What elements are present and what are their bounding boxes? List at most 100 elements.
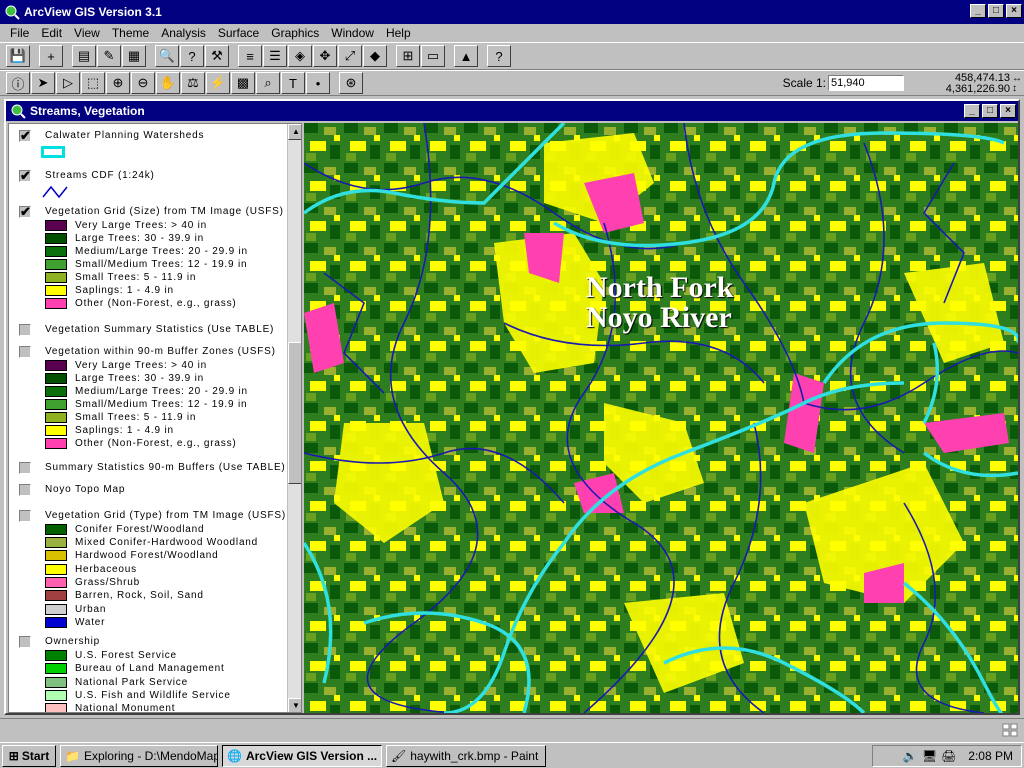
legend-editor-button[interactable]: ✎ — [97, 45, 121, 67]
class-swatch — [45, 663, 67, 674]
theme-name: Vegetation Summary Statistics (Use TABLE… — [45, 324, 275, 335]
class-label: Small Trees: 5 - 11.9 in — [75, 272, 197, 283]
legend-class: Very Large Trees: > 40 in — [45, 360, 207, 371]
close-button[interactable]: × — [1006, 4, 1022, 18]
theme-properties-button[interactable]: ▤ — [72, 45, 96, 67]
text-tool-icon[interactable]: T — [281, 72, 305, 94]
zoom-out-tool-icon[interactable]: ⊖ — [131, 72, 155, 94]
scroll-down-icon[interactable]: ▼ — [288, 698, 301, 712]
menu-edit[interactable]: Edit — [35, 26, 68, 40]
query-builder-button[interactable]: ≡ — [238, 45, 262, 67]
task-paint[interactable]: 🖌 haywith_crk.bmp - Paint — [386, 744, 546, 767]
class-swatch — [45, 604, 67, 615]
theme-name: Summary Statistics 90-m Buffers (Use TAB… — [45, 462, 286, 473]
open-table-button[interactable]: ▦ — [122, 45, 146, 67]
zoom-active-themes-button[interactable]: ⤢ — [338, 45, 362, 67]
hotlink-button[interactable]: ⚒ — [205, 45, 229, 67]
hotlink-tool-icon[interactable]: ⚡ — [206, 72, 230, 94]
class-label: Large Trees: 30 - 39.9 in — [75, 233, 204, 244]
class-label: National Monument — [75, 703, 176, 713]
minimize-button[interactable]: _ — [970, 4, 986, 18]
resize-grip-icon[interactable] — [1002, 723, 1018, 737]
save-project-button[interactable]: 💾 — [6, 45, 30, 67]
view-maximize-button[interactable]: □ — [982, 104, 998, 118]
class-swatch — [45, 590, 67, 601]
zoom-in-tool-icon[interactable]: ⊕ — [106, 72, 130, 94]
class-label: National Park Service — [75, 677, 188, 688]
task-arcview[interactable]: 🌐 ArcView GIS Version ... — [222, 744, 382, 767]
start-button[interactable]: ⊞ Start — [2, 744, 56, 767]
add-theme-button[interactable]: + — [39, 45, 63, 67]
scroll-thumb[interactable] — [288, 342, 301, 484]
measure-tool-icon[interactable]: ⚖ — [181, 72, 205, 94]
zoom-full-extent-button[interactable]: ✥ — [313, 45, 337, 67]
network-icon[interactable]: 🖥 — [922, 749, 937, 763]
menu-graphics[interactable]: Graphics — [265, 26, 325, 40]
class-label: Small Trees: 5 - 11.9 in — [75, 412, 197, 423]
volume-icon[interactable]: 🔊 — [903, 749, 918, 763]
find-button[interactable]: 🔍 — [155, 45, 179, 67]
draw-point-tool-icon[interactable]: • — [306, 72, 330, 94]
scale-input[interactable]: 51,940 — [828, 75, 904, 91]
map-display[interactable]: North Fork Noyo River — [304, 123, 1018, 713]
legend-class: U.S. Forest Service — [45, 650, 177, 661]
theme-visible-checkbox[interactable] — [19, 324, 31, 336]
start-label: Start — [21, 748, 50, 763]
theme-visible-checkbox[interactable]: ✔ — [19, 205, 31, 218]
theme-visible-checkbox[interactable]: ✔ — [19, 129, 31, 142]
identify-tool-icon[interactable]: ⓘ — [6, 72, 30, 94]
pan-tool-icon[interactable]: ✋ — [156, 72, 180, 94]
task-exploring[interactable]: 📁 Exploring - D:\MendoMaps — [60, 744, 218, 767]
legend-class: U.S. Fish and Wildlife Service — [45, 690, 231, 701]
menu-analysis[interactable]: Analysis — [155, 26, 212, 40]
select-by-theme-button[interactable]: ☰ — [263, 45, 287, 67]
class-label: Saplings: 1 - 4.9 in — [75, 425, 174, 436]
select-feature-tool-icon[interactable]: ⬚ — [81, 72, 105, 94]
chart-button[interactable]: ▲ — [454, 45, 478, 67]
menu-file[interactable]: File — [4, 26, 35, 40]
legend-scrollbar[interactable]: ▲ ▼ — [287, 124, 301, 712]
label-tool-icon[interactable]: ⌕ — [256, 72, 280, 94]
locate-button[interactable]: ? — [180, 45, 204, 67]
menu-theme[interactable]: Theme — [106, 26, 155, 40]
menu-window[interactable]: Window — [325, 26, 380, 40]
snap-tool-icon[interactable]: ⊛ — [339, 72, 363, 94]
menu-view[interactable]: View — [68, 26, 106, 40]
zoom-selected-button[interactable]: ◆ — [363, 45, 387, 67]
area-of-interest-tool-icon[interactable]: ▩ — [231, 72, 255, 94]
vertex-edit-tool-icon[interactable]: ▷ — [56, 72, 80, 94]
zoom-out-fixed-button[interactable]: ▭ — [421, 45, 445, 67]
menu-help[interactable]: Help — [380, 26, 417, 40]
zoom-in-fixed-button[interactable]: ⊞ — [396, 45, 420, 67]
maximize-button[interactable]: □ — [988, 4, 1004, 18]
menu-surface[interactable]: Surface — [212, 26, 265, 40]
class-swatch — [45, 537, 67, 548]
class-label: Medium/Large Trees: 20 - 29.9 in — [75, 386, 248, 397]
pointer-tool-icon[interactable]: ➤ — [31, 72, 55, 94]
clock[interactable]: 2:08 PM — [968, 749, 1013, 763]
view-close-button[interactable]: × — [1000, 104, 1016, 118]
class-swatch — [45, 259, 67, 270]
theme-visible-checkbox[interactable]: ✔ — [19, 169, 31, 182]
scroll-up-icon[interactable]: ▲ — [288, 124, 301, 140]
theme-visible-checkbox[interactable] — [19, 510, 31, 522]
clear-selection-button[interactable]: ◈ — [288, 45, 312, 67]
class-label: Urban — [75, 604, 107, 615]
help-button[interactable]: ? — [487, 45, 511, 67]
theme-visible-checkbox[interactable] — [19, 346, 31, 358]
theme-visible-checkbox[interactable] — [19, 484, 31, 496]
view-minimize-button[interactable]: _ — [964, 104, 980, 118]
taskbar: ⊞ Start 📁 Exploring - D:\MendoMaps 🌐 ArcVie… — [0, 742, 1024, 768]
printer-icon[interactable]: 🖨 — [941, 749, 956, 763]
class-label: Conifer Forest/Woodland — [75, 524, 205, 535]
theme-visible-checkbox[interactable] — [19, 636, 31, 648]
legend-class: Urban — [45, 604, 106, 615]
class-label: Small/Medium Trees: 12 - 19.9 in — [75, 259, 248, 270]
class-swatch — [45, 524, 67, 535]
folder-icon: 📁 — [65, 748, 80, 763]
theme-visible-checkbox[interactable] — [19, 462, 31, 474]
class-label: Large Trees: 30 - 39.9 in — [75, 373, 204, 384]
class-label: Grass/Shrub — [75, 577, 140, 588]
legend-class: Saplings: 1 - 4.9 in — [45, 425, 174, 436]
legend-class: Other (Non-Forest, e.g., grass) — [45, 438, 237, 449]
